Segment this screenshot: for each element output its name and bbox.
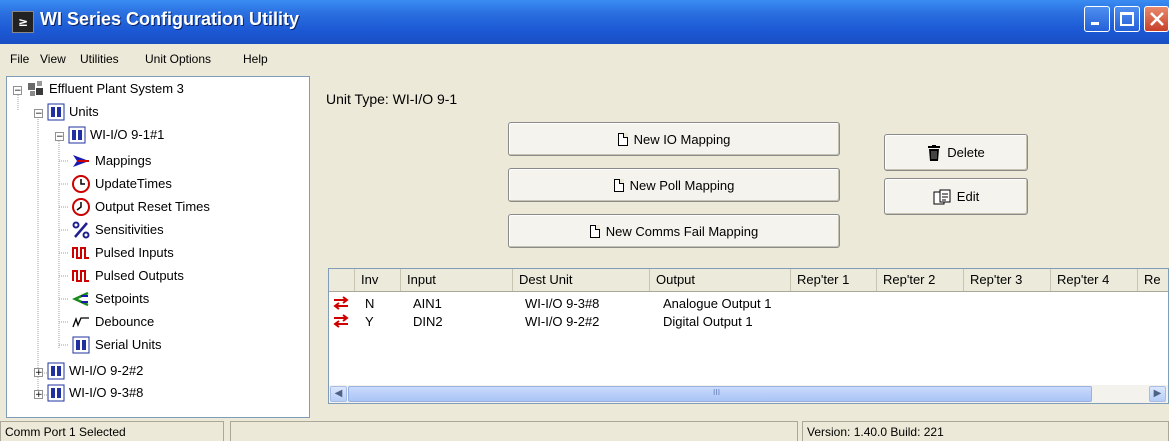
new-io-mapping-button[interactable]: New IO Mapping xyxy=(508,122,840,156)
plant-system-icon xyxy=(28,81,43,96)
grid-header-input[interactable]: Input xyxy=(401,269,513,291)
app-logo-icon[interactable]: ≥ xyxy=(12,11,34,33)
row-dest-unit: WI-I/O 9-3#8 xyxy=(525,296,600,311)
tree-sensitivities-label[interactable]: Sensitivities xyxy=(95,221,164,239)
status-bar: Comm Port 1 Selected Version: 1.40.0 Bui… xyxy=(0,419,1169,441)
status-comm-port: Comm Port 1 Selected xyxy=(0,421,224,441)
tree-root-label[interactable]: Effluent Plant System 3 xyxy=(49,80,184,98)
unit-icon xyxy=(47,384,65,402)
unit-icon xyxy=(68,126,86,144)
new-poll-mapping-label: New Poll Mapping xyxy=(629,177,735,193)
close-icon xyxy=(1150,12,1164,26)
clock-icon xyxy=(72,175,90,193)
status-version: Version: 1.40.0 Build: 221 xyxy=(802,421,1169,441)
grid-header-dest-unit[interactable]: Dest Unit xyxy=(513,269,650,291)
unit-icon xyxy=(47,103,65,121)
collapse-unit1-toggle[interactable]: − xyxy=(55,132,64,142)
tree-debounce-label[interactable]: Debounce xyxy=(95,313,154,331)
delete-button[interactable]: Delete xyxy=(884,134,1028,171)
edit-label: Edit xyxy=(956,189,980,204)
grid-header-icon-col[interactable] xyxy=(329,269,355,291)
row-input: AIN1 xyxy=(413,296,442,311)
row-inv: Y xyxy=(365,314,374,329)
tree-unit3-label[interactable]: WI-I/O 9-3#8 xyxy=(69,384,143,402)
tree-updatetimes-label[interactable]: UpdateTimes xyxy=(95,175,172,193)
clock-icon xyxy=(72,198,90,216)
tree-pulsed-outputs-label[interactable]: Pulsed Outputs xyxy=(95,267,184,285)
mapping-arrows-icon xyxy=(333,296,349,310)
edit-icon xyxy=(933,189,951,204)
mapping-panel: Unit Type: WI-I/O 9-1 New IO Mapping New… xyxy=(318,76,1169,418)
collapse-units-toggle[interactable]: − xyxy=(34,109,43,119)
scroll-thumb[interactable]: III xyxy=(348,386,1092,402)
grid-header-output[interactable]: Output xyxy=(650,269,791,291)
mappings-grid[interactable]: Inv Input Dest Unit Output Rep'ter 1 Rep… xyxy=(328,268,1169,404)
grid-header-repeater-3[interactable]: Rep'ter 3 xyxy=(964,269,1051,291)
row-inv: N xyxy=(365,296,375,311)
window-title: WI Series Configuration Utility xyxy=(40,9,300,29)
row-dest-unit: WI-I/O 9-2#2 xyxy=(525,314,600,329)
scroll-left-button[interactable]: ◀ xyxy=(330,386,347,402)
row-output: Analogue Output 1 xyxy=(663,296,772,311)
expand-unit3-toggle[interactable]: + xyxy=(34,390,43,400)
menu-file[interactable]: File xyxy=(10,52,29,66)
tree-unit2-label[interactable]: WI-I/O 9-2#2 xyxy=(69,362,143,380)
delete-label: Delete xyxy=(947,145,985,160)
tree-output-reset-label[interactable]: Output Reset Times xyxy=(95,198,210,216)
new-poll-mapping-button[interactable]: New Poll Mapping xyxy=(508,168,840,202)
tree-serial-units-label[interactable]: Serial Units xyxy=(95,336,161,354)
new-comms-fail-mapping-button[interactable]: New Comms Fail Mapping xyxy=(508,214,840,248)
unit-tree[interactable]: − Effluent Plant System 3 − Units − WI-I… xyxy=(6,76,310,418)
edit-button[interactable]: Edit xyxy=(884,178,1028,215)
scroll-right-button[interactable]: ▶ xyxy=(1149,386,1166,402)
menu-utilities[interactable]: Utilities xyxy=(80,52,119,66)
unit-type-label: Unit Type: WI-I/O 9-1 xyxy=(326,91,458,107)
mapping-arrows-icon xyxy=(333,314,349,328)
tree-mappings-label[interactable]: Mappings xyxy=(95,152,151,170)
row-output: Digital Output 1 xyxy=(663,314,753,329)
setpoints-icon xyxy=(72,291,89,307)
close-button[interactable] xyxy=(1144,6,1169,32)
percent-icon xyxy=(72,221,90,239)
collapse-root-toggle[interactable]: − xyxy=(13,86,22,96)
trash-icon xyxy=(928,144,941,161)
new-comms-fail-mapping-label: New Comms Fail Mapping xyxy=(605,223,759,239)
minimize-button[interactable] xyxy=(1084,6,1110,32)
scroll-grip: III xyxy=(713,388,721,397)
new-io-mapping-label: New IO Mapping xyxy=(633,131,731,147)
tree-units-label[interactable]: Units xyxy=(69,103,99,121)
title-bar: ≥ WI Series Configuration Utility xyxy=(0,0,1169,44)
grid-header-repeater-5[interactable]: Re xyxy=(1138,269,1168,291)
menu-view[interactable]: View xyxy=(40,52,66,66)
maximize-button[interactable] xyxy=(1114,6,1140,32)
unit-icon xyxy=(72,336,90,354)
menu-unit-options[interactable]: Unit Options xyxy=(145,52,211,66)
grid-header-repeater-2[interactable]: Rep'ter 2 xyxy=(877,269,964,291)
new-document-icon xyxy=(613,178,624,192)
tree-setpoints-label[interactable]: Setpoints xyxy=(95,290,149,308)
arrow-mappings-icon xyxy=(73,155,89,167)
status-middle xyxy=(230,421,798,441)
pulse-icon xyxy=(72,247,89,259)
menu-bar: File View Utilities Unit Options Help xyxy=(0,48,1169,72)
tree-pulsed-inputs-label[interactable]: Pulsed Inputs xyxy=(95,244,174,262)
grid-header: Inv Input Dest Unit Output Rep'ter 1 Rep… xyxy=(329,269,1168,292)
debounce-icon xyxy=(72,317,89,328)
grid-header-repeater-1[interactable]: Rep'ter 1 xyxy=(791,269,877,291)
grid-header-inv[interactable]: Inv xyxy=(355,269,401,291)
expand-unit2-toggle[interactable]: + xyxy=(34,368,43,378)
pulse-icon xyxy=(72,270,89,282)
unit-icon xyxy=(47,362,65,380)
new-document-icon xyxy=(589,224,600,238)
menu-help[interactable]: Help xyxy=(243,52,268,66)
row-input: DIN2 xyxy=(413,314,443,329)
grid-header-repeater-4[interactable]: Rep'ter 4 xyxy=(1051,269,1138,291)
new-document-icon xyxy=(617,132,628,146)
horizontal-scrollbar[interactable]: ◀ III ▶ xyxy=(329,385,1168,403)
tree-unit1-label[interactable]: WI-I/O 9-1#1 xyxy=(90,126,164,144)
